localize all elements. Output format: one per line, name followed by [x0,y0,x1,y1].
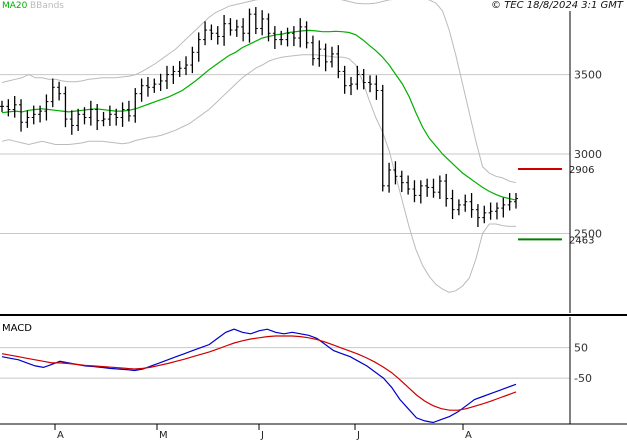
resistance-level-label: 2906 [569,165,594,176]
legend-bbands: BBands [30,1,64,11]
price-panel: 29062463 350030002500 [0,0,602,313]
macd-line [1,328,517,424]
macd-tick-label: 50 [574,342,588,355]
macd-axis-ticks: 50 -50 [574,342,592,386]
macd-title: MACD [2,323,32,334]
time-axis-ticks: AMJJA [54,424,472,440]
time-tick-label: M [159,430,168,440]
macd-panel: MACD 50 -50 [0,317,592,424]
time-tick-label: A [57,430,64,440]
price-tick-label: 3500 [574,69,602,82]
price-tick-label: 2500 [574,228,602,241]
time-tick-label: J [260,430,264,440]
chart-header: MA20 BBands © TEC 18/8/2024 3:1 GMT [2,0,624,11]
macd-gridlines [0,347,570,379]
time-tick-label: A [465,430,472,440]
macd-lines [1,328,517,424]
stock-chart: MA20 BBands © TEC 18/8/2024 3:1 GMT 2906… [0,0,627,440]
price-axis-ticks: 3500 3000 2500 [574,69,602,241]
price-tick-label: 3000 [574,148,602,161]
time-axis: AMJJA [0,423,627,440]
copyright-text: © TEC 18/8/2024 3:1 GMT [491,0,624,11]
macd-tick-label: -50 [574,372,592,385]
legend-ma20: MA20 [2,1,28,11]
time-tick-label: J [356,430,360,440]
